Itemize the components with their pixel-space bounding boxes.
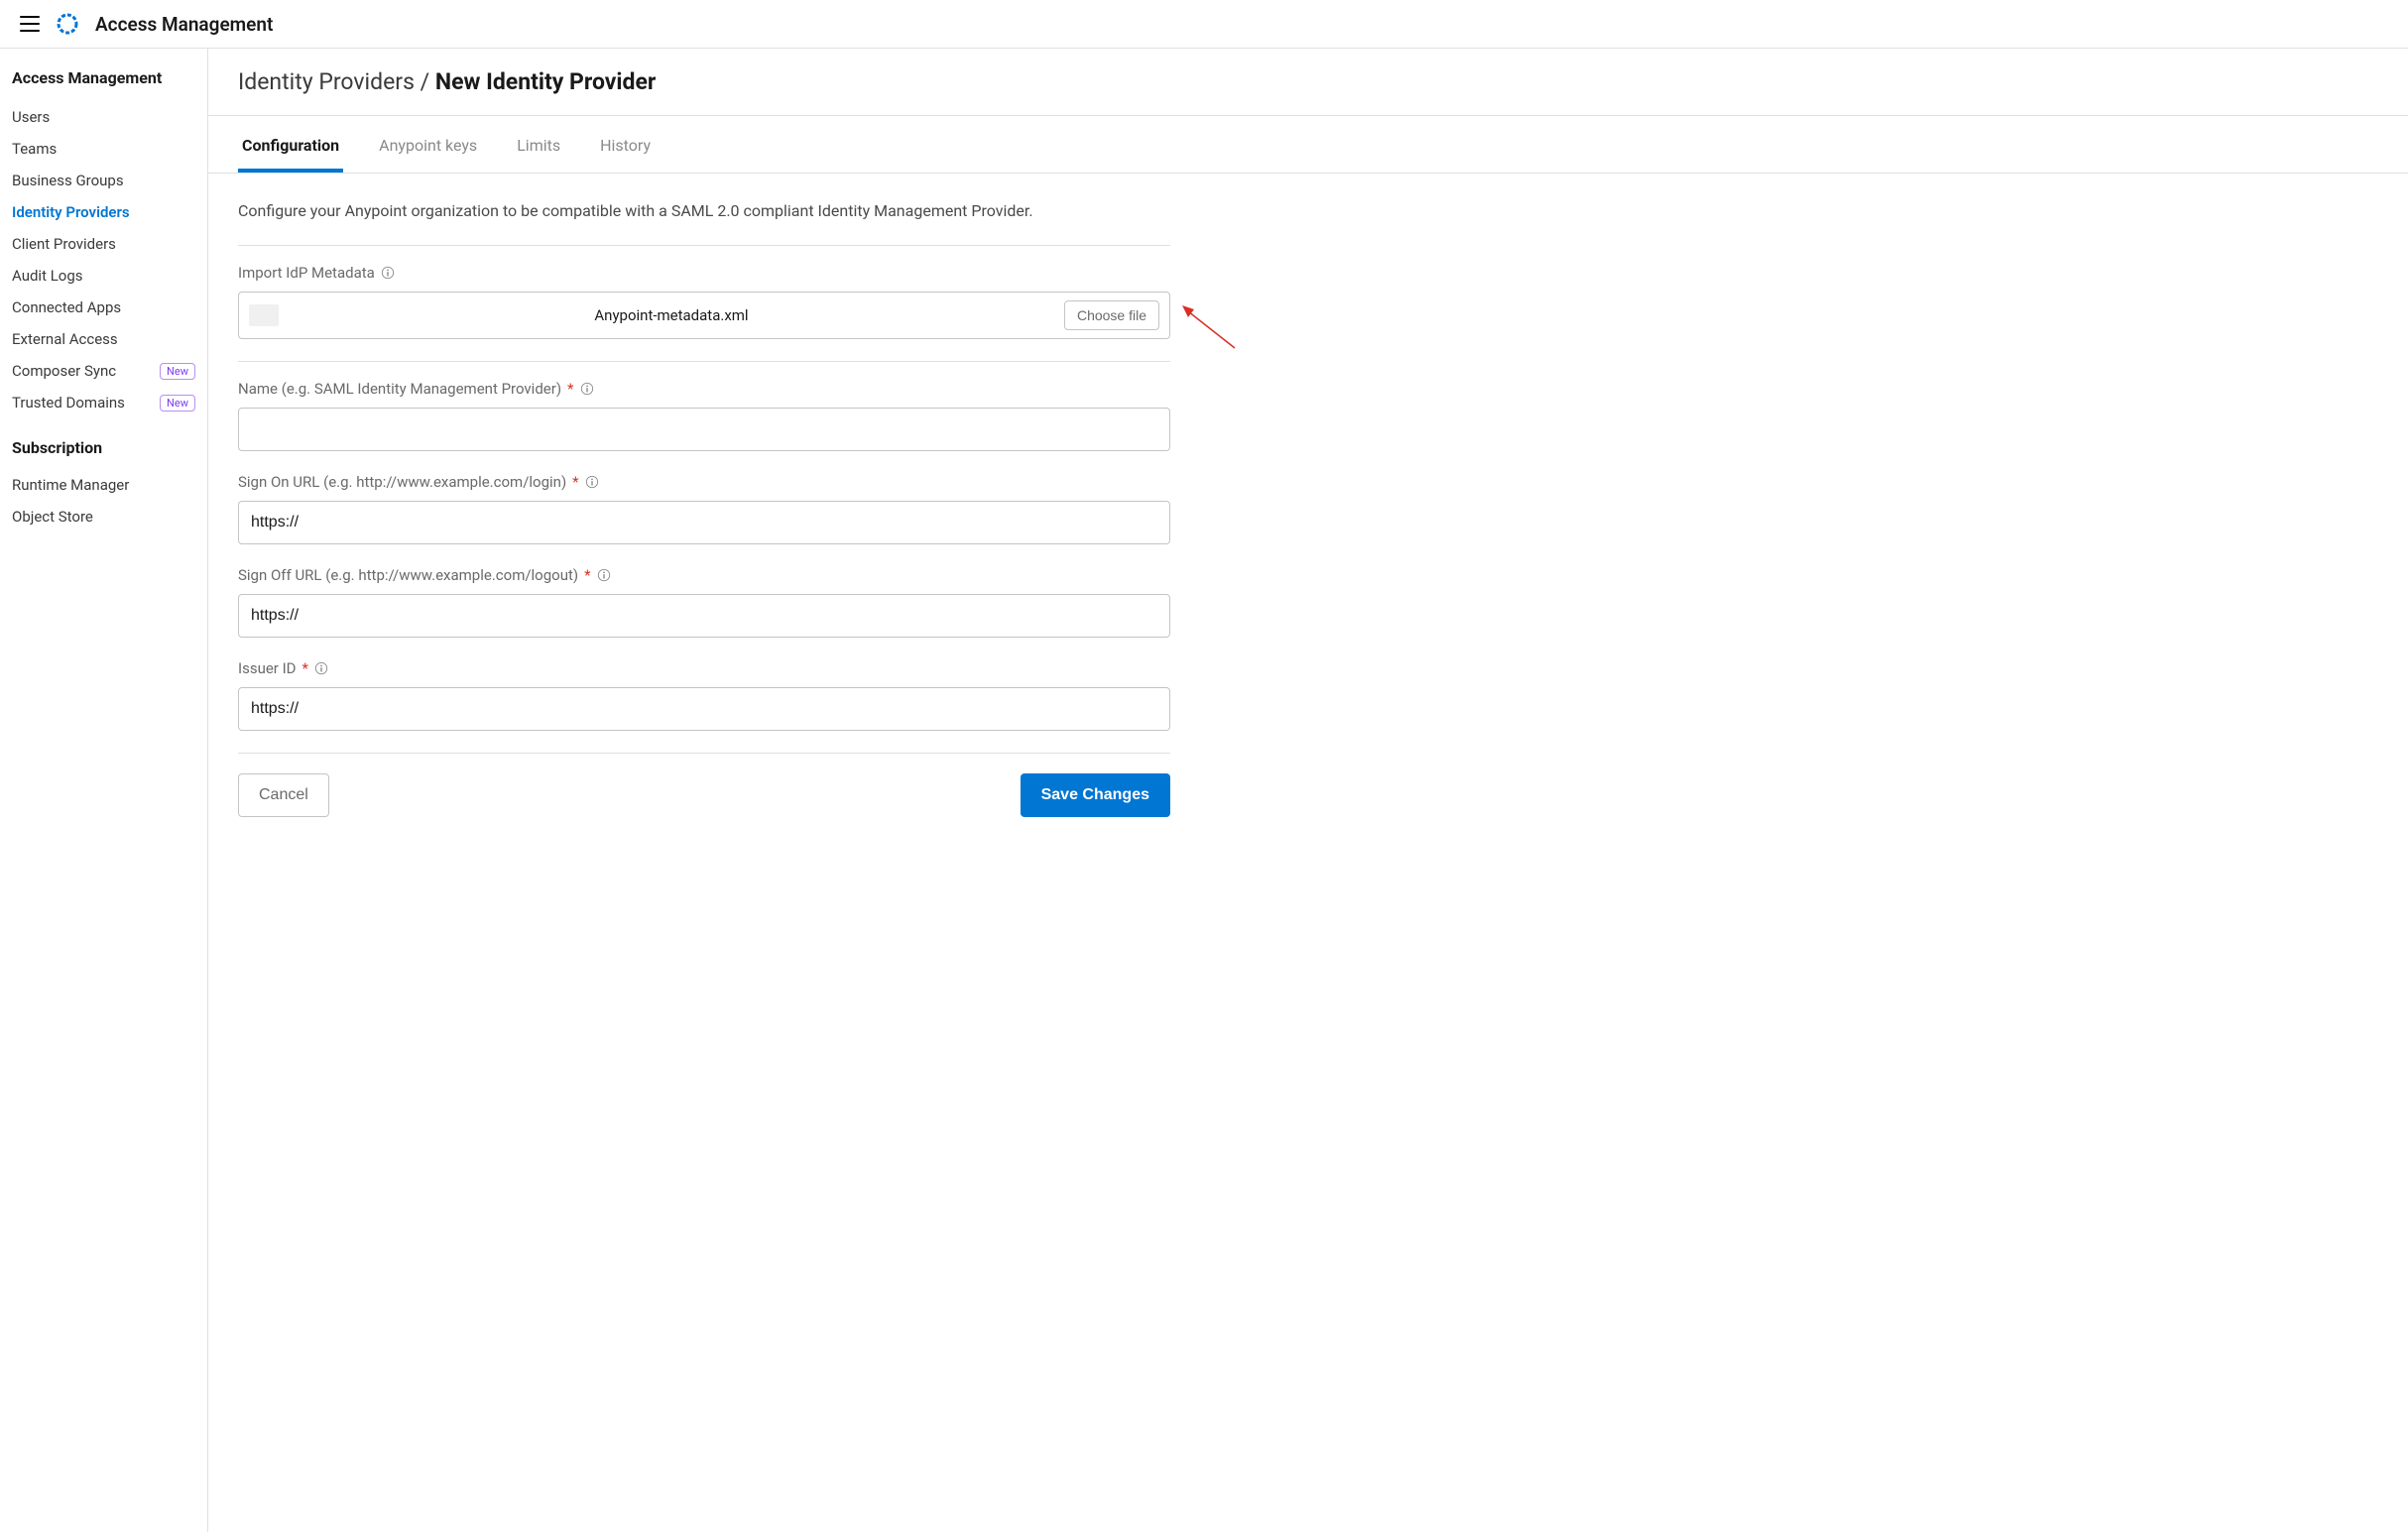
field-signon-url: Sign On URL (e.g. http://www.example.com…	[238, 473, 1170, 544]
sidebar-item-object-store[interactable]: Object Store	[12, 501, 195, 532]
sidebar-item-label: External Access	[12, 330, 118, 348]
sidebar-item-label: Composer Sync	[12, 362, 116, 380]
tab-configuration[interactable]: Configuration	[238, 120, 343, 173]
breadcrumb-current: New Identity Provider	[435, 68, 656, 95]
annotation-arrow-icon	[1180, 303, 1240, 353]
save-changes-button[interactable]: Save Changes	[1021, 773, 1170, 817]
sidebar-item-label: Business Groups	[12, 172, 124, 189]
intro-text: Configure your Anypoint organization to …	[238, 199, 1170, 223]
import-label: Import IdP Metadata	[238, 264, 375, 282]
sidebar-item-trusted-domains[interactable]: Trusted Domains New	[12, 387, 195, 418]
sidebar-item-label: Teams	[12, 140, 57, 158]
info-icon[interactable]	[381, 266, 395, 280]
sidebar-item-runtime-manager[interactable]: Runtime Manager	[12, 469, 195, 501]
form-actions: Cancel Save Changes	[238, 773, 1170, 817]
sidebar-item-label: Identity Providers	[12, 203, 130, 221]
tab-history[interactable]: History	[596, 120, 655, 173]
sidebar-item-users[interactable]: Users	[12, 101, 195, 133]
choose-file-button[interactable]: Choose file	[1064, 300, 1159, 330]
sidebar-item-label: Runtime Manager	[12, 476, 129, 494]
signon-label: Sign On URL (e.g. http://www.example.com…	[238, 473, 566, 491]
signon-url-input[interactable]	[238, 501, 1170, 544]
sidebar-item-label: Client Providers	[12, 235, 116, 253]
issuer-label: Issuer ID	[238, 659, 297, 677]
hamburger-menu-icon[interactable]	[20, 16, 40, 32]
new-badge: New	[160, 363, 195, 380]
sidebar-item-label: Users	[12, 108, 50, 126]
sidebar: Access Management Users Teams Business G…	[0, 49, 208, 1532]
required-marker: *	[567, 380, 573, 398]
sidebar-item-label: Audit Logs	[12, 267, 83, 285]
breadcrumb: Identity Providers / New Identity Provid…	[208, 49, 2408, 116]
info-icon[interactable]	[314, 661, 328, 675]
sidebar-item-identity-providers[interactable]: Identity Providers	[12, 196, 195, 228]
name-input[interactable]	[238, 408, 1170, 451]
divider	[238, 361, 1170, 362]
info-icon[interactable]	[585, 475, 599, 489]
tab-limits[interactable]: Limits	[513, 120, 564, 173]
sidebar-item-client-providers[interactable]: Client Providers	[12, 228, 195, 260]
topbar-title: Access Management	[95, 13, 273, 36]
sidebar-item-audit-logs[interactable]: Audit Logs	[12, 260, 195, 292]
divider	[238, 753, 1170, 754]
app-logo-icon	[56, 12, 79, 36]
required-marker: *	[302, 659, 308, 677]
required-marker: *	[584, 566, 590, 584]
topbar: Access Management	[0, 0, 2408, 49]
sidebar-item-label: Object Store	[12, 508, 93, 526]
breadcrumb-parent[interactable]: Identity Providers	[238, 68, 415, 95]
field-issuer-id: Issuer ID *	[238, 659, 1170, 731]
tabs: Configuration Anypoint keys Limits Histo…	[208, 120, 2408, 174]
signoff-label: Sign Off URL (e.g. http://www.example.co…	[238, 566, 578, 584]
sidebar-heading: Access Management	[12, 68, 195, 87]
field-name: Name (e.g. SAML Identity Management Prov…	[238, 380, 1170, 451]
cancel-button[interactable]: Cancel	[238, 773, 329, 817]
field-import-metadata: Import IdP Metadata Anypoint-metadata.xm…	[238, 264, 1170, 339]
sidebar-item-composer-sync[interactable]: Composer Sync New	[12, 355, 195, 387]
file-input[interactable]: Anypoint-metadata.xml Choose file	[238, 292, 1170, 339]
sidebar-subscription-heading: Subscription	[12, 438, 195, 457]
sidebar-item-label: Connected Apps	[12, 298, 121, 316]
sidebar-item-external-access[interactable]: External Access	[12, 323, 195, 355]
sidebar-item-connected-apps[interactable]: Connected Apps	[12, 292, 195, 323]
sidebar-item-teams[interactable]: Teams	[12, 133, 195, 165]
new-badge: New	[160, 395, 195, 412]
signoff-url-input[interactable]	[238, 594, 1170, 638]
sidebar-item-business-groups[interactable]: Business Groups	[12, 165, 195, 196]
file-name: Anypoint-metadata.xml	[289, 306, 1054, 324]
issuer-id-input[interactable]	[238, 687, 1170, 731]
divider	[238, 245, 1170, 246]
breadcrumb-separator: /	[415, 68, 435, 95]
name-label: Name (e.g. SAML Identity Management Prov…	[238, 380, 561, 398]
file-thumb-icon	[249, 304, 279, 326]
main-content: Identity Providers / New Identity Provid…	[208, 49, 2408, 1532]
info-icon[interactable]	[580, 382, 594, 396]
tab-anypoint-keys[interactable]: Anypoint keys	[375, 120, 481, 173]
field-signoff-url: Sign Off URL (e.g. http://www.example.co…	[238, 566, 1170, 638]
required-marker: *	[572, 473, 578, 491]
sidebar-item-label: Trusted Domains	[12, 394, 125, 412]
info-icon[interactable]	[597, 568, 611, 582]
